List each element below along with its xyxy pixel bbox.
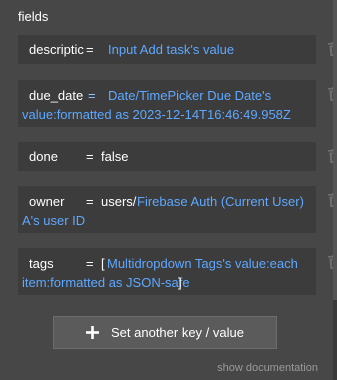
field-equals: = bbox=[86, 149, 94, 164]
fields-heading: fields bbox=[18, 9, 49, 24]
field-value-prefix[interactable]: users/ bbox=[101, 192, 136, 211]
field-key[interactable]: descriptic bbox=[29, 40, 84, 59]
plus-icon bbox=[86, 326, 99, 339]
field-row-due-date: due_date = Date/TimePicker Due Date's va… bbox=[18, 80, 337, 127]
field-row-owner: owner = users/ Firebase Auth (Current Us… bbox=[18, 186, 337, 233]
show-documentation-link[interactable]: show documentation bbox=[217, 362, 318, 374]
field-key[interactable]: due_date bbox=[29, 86, 83, 105]
field-value[interactable]: Date/TimePicker Due Date's bbox=[108, 86, 271, 105]
bracket-open: [ bbox=[101, 256, 105, 271]
fields-panel: fields descriptic = Input Add task's val… bbox=[0, 0, 337, 380]
field-key[interactable]: tags bbox=[29, 254, 54, 273]
field-key[interactable]: done bbox=[29, 147, 58, 166]
set-another-key-value-label: Set another key / value bbox=[111, 325, 244, 340]
field-value[interactable]: false bbox=[101, 147, 128, 166]
field-row-description: descriptic = Input Add task's value bbox=[18, 35, 337, 64]
field-value[interactable]: Firebase Auth (Current User) bbox=[137, 192, 304, 211]
field-equals: = bbox=[88, 88, 96, 103]
field-row-done: done = false bbox=[18, 142, 337, 171]
set-another-key-value-button[interactable]: Set another key / value bbox=[53, 316, 277, 349]
field-value-continued[interactable]: A's user ID bbox=[22, 211, 85, 230]
field-value[interactable]: Multidropdown Tags's value:each bbox=[107, 254, 298, 273]
bracket-close: ] bbox=[178, 275, 182, 290]
field-equals: = bbox=[86, 256, 94, 271]
field-row-tags: tags = [ Multidropdown Tags's value:each… bbox=[18, 248, 337, 295]
field-key[interactable]: owner bbox=[29, 192, 64, 211]
field-value-continued[interactable]: item:formatted as JSON-safe bbox=[22, 273, 190, 292]
field-equals: = bbox=[86, 42, 94, 57]
field-value[interactable]: Input Add task's value bbox=[108, 40, 234, 59]
field-equals: = bbox=[86, 194, 94, 209]
scrollbar-thumb[interactable] bbox=[333, 0, 337, 300]
field-value-continued[interactable]: value:formatted as 2023-12-14T16:46:49.9… bbox=[22, 105, 291, 124]
